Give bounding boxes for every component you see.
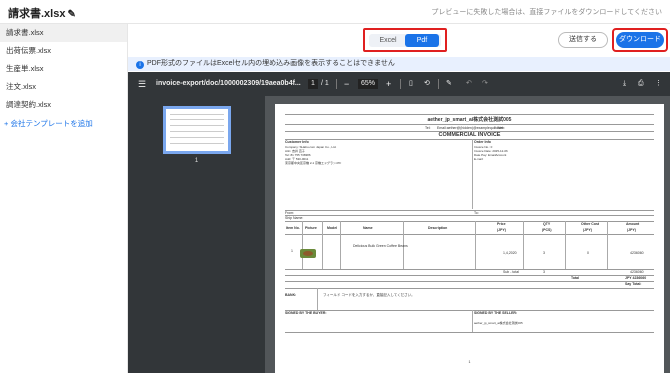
- toolbar-divider: [400, 79, 401, 89]
- pdf-filename: invoice-export/doc/1000002309/19aea0b4f.…: [156, 80, 301, 87]
- col-price: Price: [497, 222, 506, 226]
- ship-name-label: Ship Name:: [285, 216, 304, 220]
- subtotal-amount: 4236060: [630, 270, 644, 274]
- invoice-tel-label: Tel:: [425, 126, 431, 130]
- download-highlight: ダウンロード: [612, 28, 668, 52]
- invoice-heading: COMMERCIAL INVOICE: [438, 132, 501, 138]
- template-sidebar: 請求書.xlsx 出荷伝票.xlsx 生産単.xlsx 注文.xlsx 調達契約…: [0, 24, 128, 373]
- thumbnail-page-number: 1: [194, 158, 199, 164]
- page-total: / 1: [321, 80, 329, 87]
- col-item-no: Item No.: [286, 226, 300, 230]
- invoice-email: Email:aether@(hidden)@examplequiltcom: [437, 126, 503, 130]
- order-line: E-mail:: [474, 157, 484, 161]
- col-other-cost-unit: (JPY): [583, 228, 592, 232]
- bank-label: BANK:: [285, 293, 297, 297]
- say-total-label: Say Total:: [625, 282, 642, 286]
- hamburger-icon[interactable]: ☰: [138, 72, 146, 96]
- row-amount: 4236060: [630, 251, 644, 255]
- subtotal-qty: 3: [543, 270, 545, 274]
- customer-line: 東京都中央区京橋 2-1 京橋エドグラン47F: [285, 161, 342, 165]
- total-label: Total: [571, 276, 580, 280]
- toolbar-divider: [336, 79, 337, 89]
- toolbar-divider: [438, 79, 439, 89]
- row-price: 1,4,2020: [503, 251, 517, 255]
- add-template-link[interactable]: + 会社テンプレートを追加: [0, 118, 127, 129]
- col-picture: Picture: [305, 226, 317, 230]
- top-bar: 請求書.xlsx ✎ プレビューに失敗した場合は、直接ファイルをダウンロードしてく…: [0, 0, 670, 24]
- zoom-level[interactable]: 65%: [358, 79, 379, 89]
- row-item-no: 1: [291, 249, 293, 253]
- invoice-document: aether_jp_smart_ai株式会社測試005 Tel: Email:a…: [275, 104, 664, 373]
- sidebar-item-procurement[interactable]: 調達契約.xlsx: [0, 96, 127, 114]
- col-name: Name: [363, 226, 373, 230]
- col-description: Description: [428, 226, 448, 230]
- redo-icon[interactable]: ↷: [482, 72, 488, 96]
- seller-signature: aether_jp_smart_ai株式会社測試005: [474, 321, 523, 325]
- rotate-icon[interactable]: ⟲: [424, 72, 430, 96]
- col-qty: QTY: [543, 222, 551, 226]
- bank-text: フィールド コードを入力するか、直接記入してください。: [323, 293, 415, 297]
- format-toggle-highlight: Excel Pdf: [363, 28, 447, 52]
- pdf-toolbar: ☰ invoice-export/doc/1000002309/19aea0b4…: [128, 72, 670, 96]
- file-title-text: 請求書.xlsx: [8, 8, 66, 20]
- zoom-out-icon[interactable]: −: [344, 72, 349, 96]
- thumbnail-pane: 1: [128, 96, 265, 373]
- preview-note: プレビューに失敗した場合は、直接ファイルをダウンロードしてください: [431, 9, 662, 16]
- col-price-unit: (JPY): [497, 228, 506, 232]
- invoice-web-label: Web:: [497, 126, 506, 130]
- coffee-beans-image: [300, 249, 316, 258]
- sidebar-item-order[interactable]: 注文.xlsx: [0, 78, 127, 96]
- customer-info-label: Customer Info: [285, 140, 309, 144]
- undo-icon[interactable]: ↶: [466, 72, 472, 96]
- order-info-label: Order Info: [474, 140, 491, 144]
- signed-seller-label: SIGNED BY THE SELLER:: [474, 311, 518, 315]
- col-amount-unit: (JPY): [627, 228, 636, 232]
- sidebar-item-production[interactable]: 生産単.xlsx: [0, 60, 127, 78]
- file-title[interactable]: 請求書.xlsx ✎: [8, 5, 76, 21]
- info-icon: i: [136, 61, 144, 69]
- page-thumbnail[interactable]: [163, 106, 231, 154]
- subtotal-label: Sub - total: [503, 270, 519, 274]
- row-other-cost: 0: [587, 251, 589, 255]
- col-amount: Amount: [626, 222, 640, 226]
- download-pdf-icon[interactable]: ⤓: [623, 72, 626, 96]
- total-value: JPY 4236060: [625, 276, 647, 280]
- format-option-excel[interactable]: Excel: [371, 34, 405, 47]
- col-model: Model: [327, 226, 338, 230]
- invoice-company: aether_jp_smart_ai株式会社測試005: [427, 117, 512, 123]
- col-qty-unit: (PCS): [542, 228, 552, 232]
- row-name: Delicious Bulk Green Coffee Beans: [353, 244, 408, 248]
- fit-page-icon[interactable]: ▯: [409, 72, 413, 96]
- signed-buyer-label: SIGNED BY THE BUYER:: [285, 311, 327, 315]
- page-number-input[interactable]: 1: [308, 79, 318, 89]
- more-options-icon[interactable]: ⋮: [655, 72, 662, 96]
- sidebar-item-shipping[interactable]: 出荷伝票.xlsx: [0, 42, 127, 60]
- annotate-icon[interactable]: ✎: [446, 72, 452, 96]
- zoom-in-icon[interactable]: +: [386, 72, 391, 96]
- pdf-page: aether_jp_smart_ai株式会社測試005 Tel: Email:a…: [275, 104, 664, 373]
- edit-pencil-icon[interactable]: ✎: [67, 9, 75, 20]
- info-message: PDF形式のファイルはExcelセル内の埋め込み画像を表示することはできません: [147, 60, 395, 67]
- download-button[interactable]: ダウンロード: [616, 32, 664, 48]
- send-button[interactable]: 送信する: [558, 32, 608, 48]
- page-footer-number: 1: [468, 360, 471, 364]
- format-option-pdf[interactable]: Pdf: [405, 34, 439, 47]
- row-qty: 3: [543, 251, 545, 255]
- print-icon[interactable]: ⎙: [638, 72, 644, 96]
- col-other-cost: Other Cost: [581, 222, 600, 226]
- preview-toolbar: Excel Pdf 送信する ダウンロード: [128, 24, 670, 56]
- main-panel: Excel Pdf 送信する ダウンロード i PDF形式のファイルはExcelセ…: [128, 24, 670, 373]
- sidebar-item-invoice[interactable]: 請求書.xlsx: [0, 24, 127, 42]
- pdf-viewer: ☰ invoice-export/doc/1000002309/19aea0b4…: [128, 72, 670, 373]
- format-toggle: Excel Pdf: [369, 34, 441, 47]
- info-bar: i PDF形式のファイルはExcelセル内の埋め込み画像を表示することはできません: [128, 57, 670, 71]
